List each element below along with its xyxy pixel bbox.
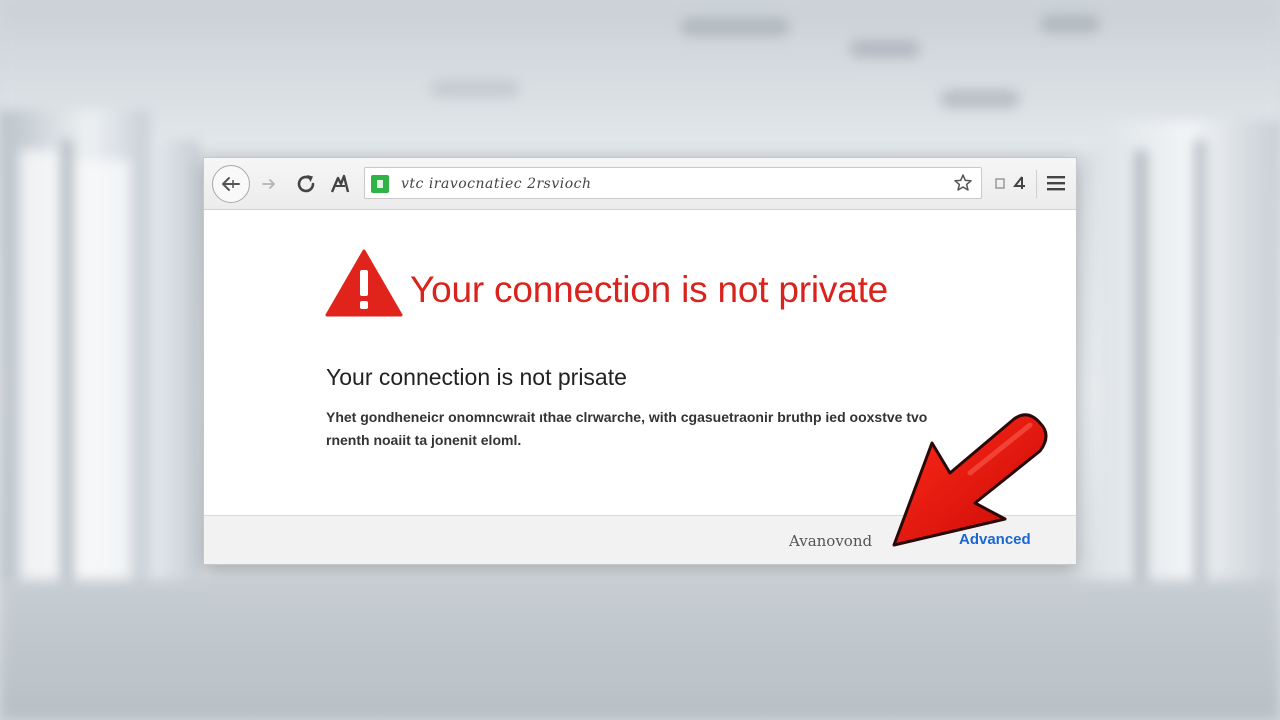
- back-button[interactable]: [212, 165, 250, 203]
- back-icon: [222, 177, 240, 191]
- window-mullion: [62, 140, 72, 610]
- ceiling-light: [1040, 15, 1100, 33]
- error-headline: Your connection is not private: [410, 269, 889, 310]
- error-description: Yhet gondheneicr onomncwrait ıthae clrwa…: [326, 409, 928, 448]
- error-subheading: Your connection is not prisate: [326, 364, 627, 390]
- ceiling-light: [940, 90, 1020, 108]
- browser-toolbar: vtc iravocnatiec 2rsvioch: [204, 158, 1076, 210]
- window-mullion: [1195, 140, 1205, 610]
- ceiling-light: [430, 80, 520, 98]
- red-arrow-icon: [892, 413, 1048, 547]
- back-to-safety-link[interactable]: Avanovond: [789, 532, 872, 550]
- hamburger-menu-icon[interactable]: [1046, 174, 1066, 192]
- floor: [0, 580, 1280, 720]
- extension-icon[interactable]: [993, 175, 1007, 191]
- window-mullion: [1135, 150, 1147, 610]
- extension-icon[interactable]: [1013, 175, 1027, 191]
- window-pane: [20, 150, 60, 590]
- warning-triangle-icon: [325, 249, 403, 317]
- badge-glyph: [377, 180, 383, 188]
- address-bar[interactable]: vtc iravocnatiec 2rsvioch: [364, 167, 982, 199]
- ceiling-light: [850, 40, 920, 58]
- bookmark-star-icon[interactable]: [953, 173, 973, 193]
- ceiling-light: [680, 18, 790, 36]
- window-right: [1100, 120, 1280, 620]
- wall-column: [150, 140, 200, 610]
- home-icon[interactable]: [328, 172, 352, 196]
- window-pane: [75, 160, 130, 580]
- toolbar-divider: [1036, 170, 1037, 198]
- url-text[interactable]: vtc iravocnatiec 2rsvioch: [401, 176, 592, 192]
- reload-icon[interactable]: [294, 172, 318, 196]
- forward-icon[interactable]: [260, 175, 278, 193]
- secure-badge-icon[interactable]: [371, 175, 389, 193]
